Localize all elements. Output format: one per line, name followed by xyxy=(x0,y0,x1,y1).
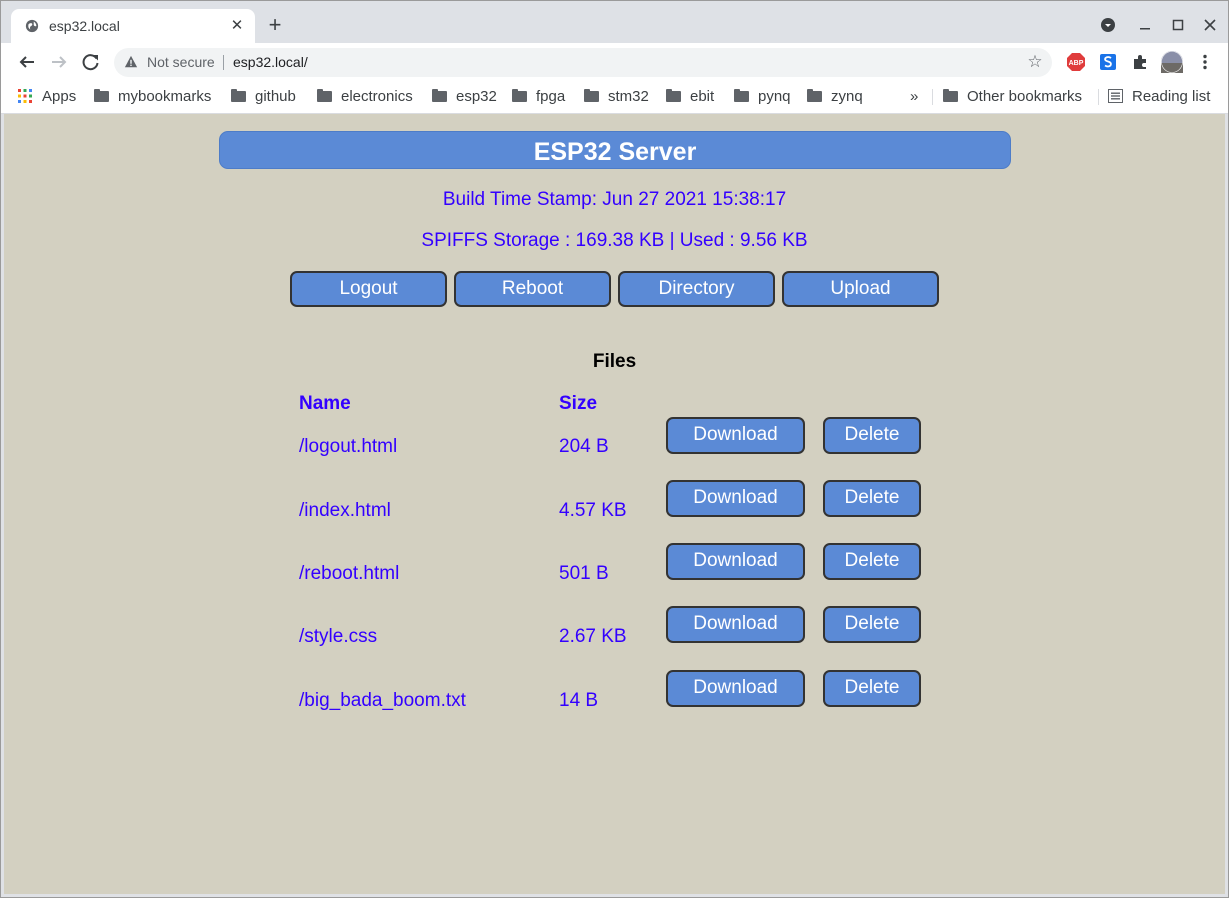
delete-button[interactable]: Delete xyxy=(823,606,921,643)
size-column-header: Size xyxy=(559,393,598,414)
browser-menu-icon[interactable] xyxy=(1195,52,1215,72)
folder-icon xyxy=(231,89,246,102)
address-bar[interactable]: Not secure esp32.local/ ☆ xyxy=(114,48,1052,77)
reboot-button[interactable]: Reboot xyxy=(454,271,611,307)
reading-list-button[interactable]: Reading list xyxy=(1108,86,1210,108)
file-name: /reboot.html xyxy=(299,563,400,584)
bookmark-label: stm32 xyxy=(608,88,649,105)
browser-window: esp32.local ✕ + Not secure esp32.local/ … xyxy=(0,0,1229,898)
bookmark-folder-zynq[interactable]: zynq xyxy=(807,86,863,108)
bookmark-folder-fpga[interactable]: fpga xyxy=(512,86,565,108)
storage-info: SPIFFS Storage : 169.38 KB | Used : 9.56… xyxy=(421,230,808,251)
file-size: 4.57 KB xyxy=(559,500,627,521)
bookmarks-bar: Apps mybookmarks github electronics esp3… xyxy=(1,81,1228,114)
folder-icon xyxy=(584,89,599,102)
bookmark-label: fpga xyxy=(536,88,566,105)
folder-icon xyxy=(94,89,109,102)
bookmark-apps[interactable]: Apps xyxy=(18,86,76,108)
download-button[interactable]: Download xyxy=(666,670,805,707)
logout-button[interactable]: Logout xyxy=(290,271,447,307)
bookmark-folder-electronics[interactable]: electronics xyxy=(317,86,413,108)
page-title: ESP32 Server xyxy=(533,138,697,166)
browser-tab[interactable]: esp32.local ✕ xyxy=(11,9,255,43)
tab-title: esp32.local xyxy=(49,18,120,34)
back-arrow-icon[interactable] xyxy=(15,50,39,74)
tab-close-icon[interactable]: ✕ xyxy=(227,16,247,36)
s-extension-icon[interactable] xyxy=(1098,52,1118,72)
bookmarks-divider xyxy=(1098,89,1099,105)
apps-icon xyxy=(18,89,32,103)
adblock-extension-icon[interactable]: ABP xyxy=(1066,52,1086,72)
upload-button[interactable]: Upload xyxy=(782,271,939,307)
omnibox-divider xyxy=(223,55,224,70)
files-heading: Files xyxy=(592,351,637,372)
tab-strip: esp32.local ✕ + xyxy=(1,1,1228,43)
bookmark-folder-esp32[interactable]: esp32 xyxy=(432,86,497,108)
bookmark-label: Other bookmarks xyxy=(967,88,1083,105)
avatar[interactable] xyxy=(1161,51,1183,73)
url-text[interactable]: esp32.local/ xyxy=(233,54,308,70)
file-name: /big_bada_boom.txt xyxy=(299,690,466,711)
file-name: /logout.html xyxy=(299,436,398,457)
file-size: 14 B xyxy=(559,690,599,711)
bookmark-folder-pynq[interactable]: pynq xyxy=(734,86,791,108)
reading-list-icon xyxy=(1108,89,1123,103)
bookmarks-overflow-button[interactable]: » xyxy=(910,86,918,108)
maximize-icon[interactable] xyxy=(1166,13,1190,37)
page-content: ESP32 Server Build Time Stamp: Jun 27 20… xyxy=(4,114,1225,894)
extensions-puzzle-icon[interactable] xyxy=(1130,52,1150,72)
bookmark-label: pynq xyxy=(758,88,791,105)
bookmark-folder-github[interactable]: github xyxy=(231,86,296,108)
bookmark-label: mybookmarks xyxy=(118,88,212,105)
security-label[interactable]: Not secure xyxy=(147,54,215,70)
minimize-icon[interactable] xyxy=(1133,13,1157,37)
other-bookmarks-folder[interactable]: Other bookmarks xyxy=(943,86,1082,108)
forward-arrow-icon[interactable] xyxy=(47,50,71,74)
download-button[interactable]: Download xyxy=(666,543,805,580)
bookmark-folder-ebit[interactable]: ebit xyxy=(666,86,714,108)
delete-button[interactable]: Delete xyxy=(823,480,921,517)
bookmark-folder-stm32[interactable]: stm32 xyxy=(584,86,649,108)
bookmark-label: Apps xyxy=(42,88,77,105)
profile-menu-icon[interactable] xyxy=(1096,13,1120,37)
directory-button[interactable]: Directory xyxy=(618,271,775,307)
bookmarks-divider xyxy=(932,89,933,105)
bookmark-label: electronics xyxy=(341,88,413,105)
browser-toolbar: Not secure esp32.local/ ☆ ABP xyxy=(1,43,1228,81)
file-name: /index.html xyxy=(299,500,391,521)
reload-icon[interactable] xyxy=(79,50,103,74)
file-size: 501 B xyxy=(559,563,609,584)
file-name: /style.css xyxy=(299,626,378,647)
file-size: 204 B xyxy=(559,436,609,457)
name-column-header: Name xyxy=(299,393,351,414)
new-tab-button[interactable]: + xyxy=(264,14,286,37)
file-size: 2.67 KB xyxy=(559,626,627,647)
reading-list-label: Reading list xyxy=(1132,88,1211,105)
bookmark-folder-mybookmarks[interactable]: mybookmarks xyxy=(94,86,211,108)
close-window-icon[interactable] xyxy=(1198,13,1222,37)
download-button[interactable]: Download xyxy=(666,417,805,454)
globe-icon xyxy=(25,19,39,33)
bookmark-label: zynq xyxy=(831,88,863,105)
folder-icon xyxy=(734,89,749,102)
abp-label: ABP xyxy=(1069,60,1084,67)
folder-icon xyxy=(943,89,958,102)
folder-icon xyxy=(317,89,332,102)
delete-button[interactable]: Delete xyxy=(823,417,921,454)
bookmark-label: github xyxy=(255,88,296,105)
folder-icon xyxy=(512,89,527,102)
bookmark-star-icon[interactable]: ☆ xyxy=(1026,53,1044,71)
folder-icon xyxy=(432,89,447,102)
bookmark-label: esp32 xyxy=(456,88,497,105)
warning-icon[interactable] xyxy=(124,55,138,69)
build-timestamp: Build Time Stamp: Jun 27 2021 15:38:17 xyxy=(442,189,787,210)
delete-button[interactable]: Delete xyxy=(823,543,921,580)
bookmark-label: ebit xyxy=(690,88,715,105)
download-button[interactable]: Download xyxy=(666,480,805,517)
folder-icon xyxy=(807,89,822,102)
header-banner: ESP32 Server xyxy=(219,131,1011,169)
download-button[interactable]: Download xyxy=(666,606,805,643)
folder-icon xyxy=(666,89,681,102)
delete-button[interactable]: Delete xyxy=(823,670,921,707)
